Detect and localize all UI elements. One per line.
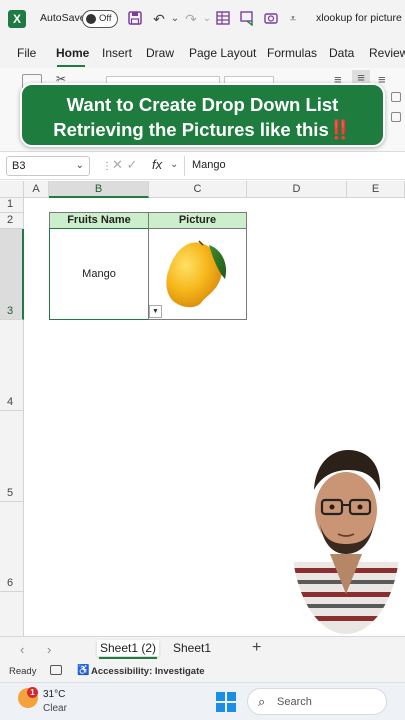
cell-picture[interactable]	[148, 228, 247, 320]
camera-icon[interactable]	[262, 10, 280, 28]
formula-bar: B3 ⌄ ⋮ ✕ ✓ fx ⌄ Mango	[0, 152, 405, 180]
formula-input[interactable]: Mango	[184, 156, 405, 176]
row-number: 6	[7, 577, 14, 589]
mango-image	[166, 240, 227, 308]
column-header-b[interactable]: B	[49, 181, 149, 198]
active-sheet-indicator	[99, 657, 158, 659]
tab-sheet1[interactable]: Sheet1	[170, 640, 214, 656]
menu-insert[interactable]: Insert	[102, 46, 132, 60]
macro-recording-icon[interactable]	[50, 665, 62, 675]
column-header-d[interactable]: D	[247, 181, 347, 198]
menu-formulas[interactable]: Formulas	[267, 46, 317, 60]
column-header-a[interactable]: A	[24, 181, 49, 198]
chevron-down-icon[interactable]: ⌄	[76, 160, 84, 171]
row-number: 3	[7, 305, 14, 317]
promo-line-1: Want to Create Drop Down List	[66, 94, 339, 115]
header-fruits-name[interactable]: Fruits Name	[49, 212, 149, 229]
sheet-tab-bar: ‹ › Sheet1 (2) Sheet1 +	[0, 636, 405, 662]
weather-temperature[interactable]: 31°C	[43, 689, 65, 700]
save-icon[interactable]	[126, 10, 144, 28]
accessibility-icon[interactable]: ♿	[77, 665, 89, 676]
insert-function-icon[interactable]: fx	[152, 157, 162, 172]
excel-logo-icon: X	[8, 10, 26, 28]
row-number: 1	[7, 198, 14, 210]
autosave-state: Off	[99, 13, 112, 24]
menu-review[interactable]: Review	[369, 46, 405, 60]
formula-expand-icon[interactable]: ⌄	[170, 159, 178, 170]
merge-icon[interactable]	[391, 112, 401, 122]
row-header-3[interactable]: 3	[0, 229, 24, 320]
row-number: 4	[7, 396, 14, 408]
select-all-corner[interactable]	[0, 181, 24, 198]
comment-icon[interactable]	[238, 10, 256, 28]
weather-badge: 1	[27, 687, 38, 698]
row-header-7[interactable]	[0, 592, 24, 636]
document-title: xlookup for picture	[316, 12, 402, 24]
chevron-right-icon[interactable]: ›	[47, 642, 51, 657]
column-header-c[interactable]: C	[149, 181, 247, 198]
menu-draw[interactable]: Draw	[146, 46, 174, 60]
search-icon: ⌕	[258, 694, 266, 709]
customize-icon[interactable]: ⩡	[284, 10, 302, 28]
add-sheet-button[interactable]: +	[252, 639, 261, 657]
windows-start-icon[interactable]	[216, 692, 236, 712]
row-header-2[interactable]: 2	[0, 213, 24, 229]
menu-page-layout[interactable]: Page Layout	[189, 46, 256, 60]
tab-sheet1-2[interactable]: Sheet1 (2)	[97, 640, 160, 659]
row-number: 2	[7, 214, 14, 226]
menu-file[interactable]: File	[17, 46, 36, 60]
tab-label: Sheet1 (2)	[100, 641, 157, 655]
row-header-4[interactable]: 4	[0, 320, 24, 411]
promo-banner: Want to Create Drop Down List Retrieving…	[20, 83, 385, 147]
autosave-label: AutoSave	[40, 12, 86, 24]
row-header-5[interactable]: 5	[0, 411, 24, 502]
separator-icon: ⋮	[102, 161, 112, 172]
toggle-knob	[86, 14, 96, 24]
wrap-icon[interactable]	[391, 92, 401, 102]
weather-condition: Clear	[43, 703, 67, 714]
form-icon[interactable]	[214, 10, 232, 28]
title-bar: X AutoSave Off ↶ ⌄ ↷ ⌄ ⩡ xlookup for pic…	[0, 0, 405, 38]
promo-line-2-text: Retrieving the Pictures like this	[53, 119, 329, 140]
taskbar-search[interactable]: ⌕ Search	[247, 688, 387, 715]
presenter-webcam	[292, 446, 400, 634]
row-number: 5	[7, 487, 14, 499]
active-tab-indicator	[57, 65, 85, 67]
cancel-confirm-icons: ✕ ✓	[112, 157, 138, 172]
autosave-toggle[interactable]: Off	[82, 10, 118, 28]
name-box-value: B3	[12, 160, 26, 172]
name-box[interactable]: B3 ⌄	[6, 156, 90, 176]
status-bar: Ready ♿ Accessibility: Investigate	[0, 662, 405, 682]
header-picture[interactable]: Picture	[148, 212, 247, 229]
status-ready: Ready	[9, 666, 37, 677]
taskbar: 1 31°C Clear ⌕ Search	[0, 682, 405, 720]
row-header-1[interactable]: 1	[0, 198, 24, 213]
cell-fruit-name[interactable]: Mango	[49, 228, 149, 320]
column-header-e[interactable]: E	[347, 181, 405, 198]
menu-data[interactable]: Data	[329, 46, 354, 60]
dropdown-arrow-icon[interactable]: ▼	[149, 305, 162, 318]
accessibility-status[interactable]: Accessibility: Investigate	[91, 666, 205, 677]
search-placeholder: Search	[277, 696, 312, 708]
menu-home[interactable]: Home	[56, 46, 89, 60]
chevron-left-icon[interactable]: ‹	[20, 642, 24, 657]
double-exclamation-icon: ‼️	[328, 119, 352, 140]
row-header-6[interactable]: 6	[0, 502, 24, 592]
promo-line-2: Retrieving the Pictures like this‼️	[22, 119, 383, 141]
menu-bar: File Home Insert Draw Page Layout Formul…	[0, 38, 405, 68]
